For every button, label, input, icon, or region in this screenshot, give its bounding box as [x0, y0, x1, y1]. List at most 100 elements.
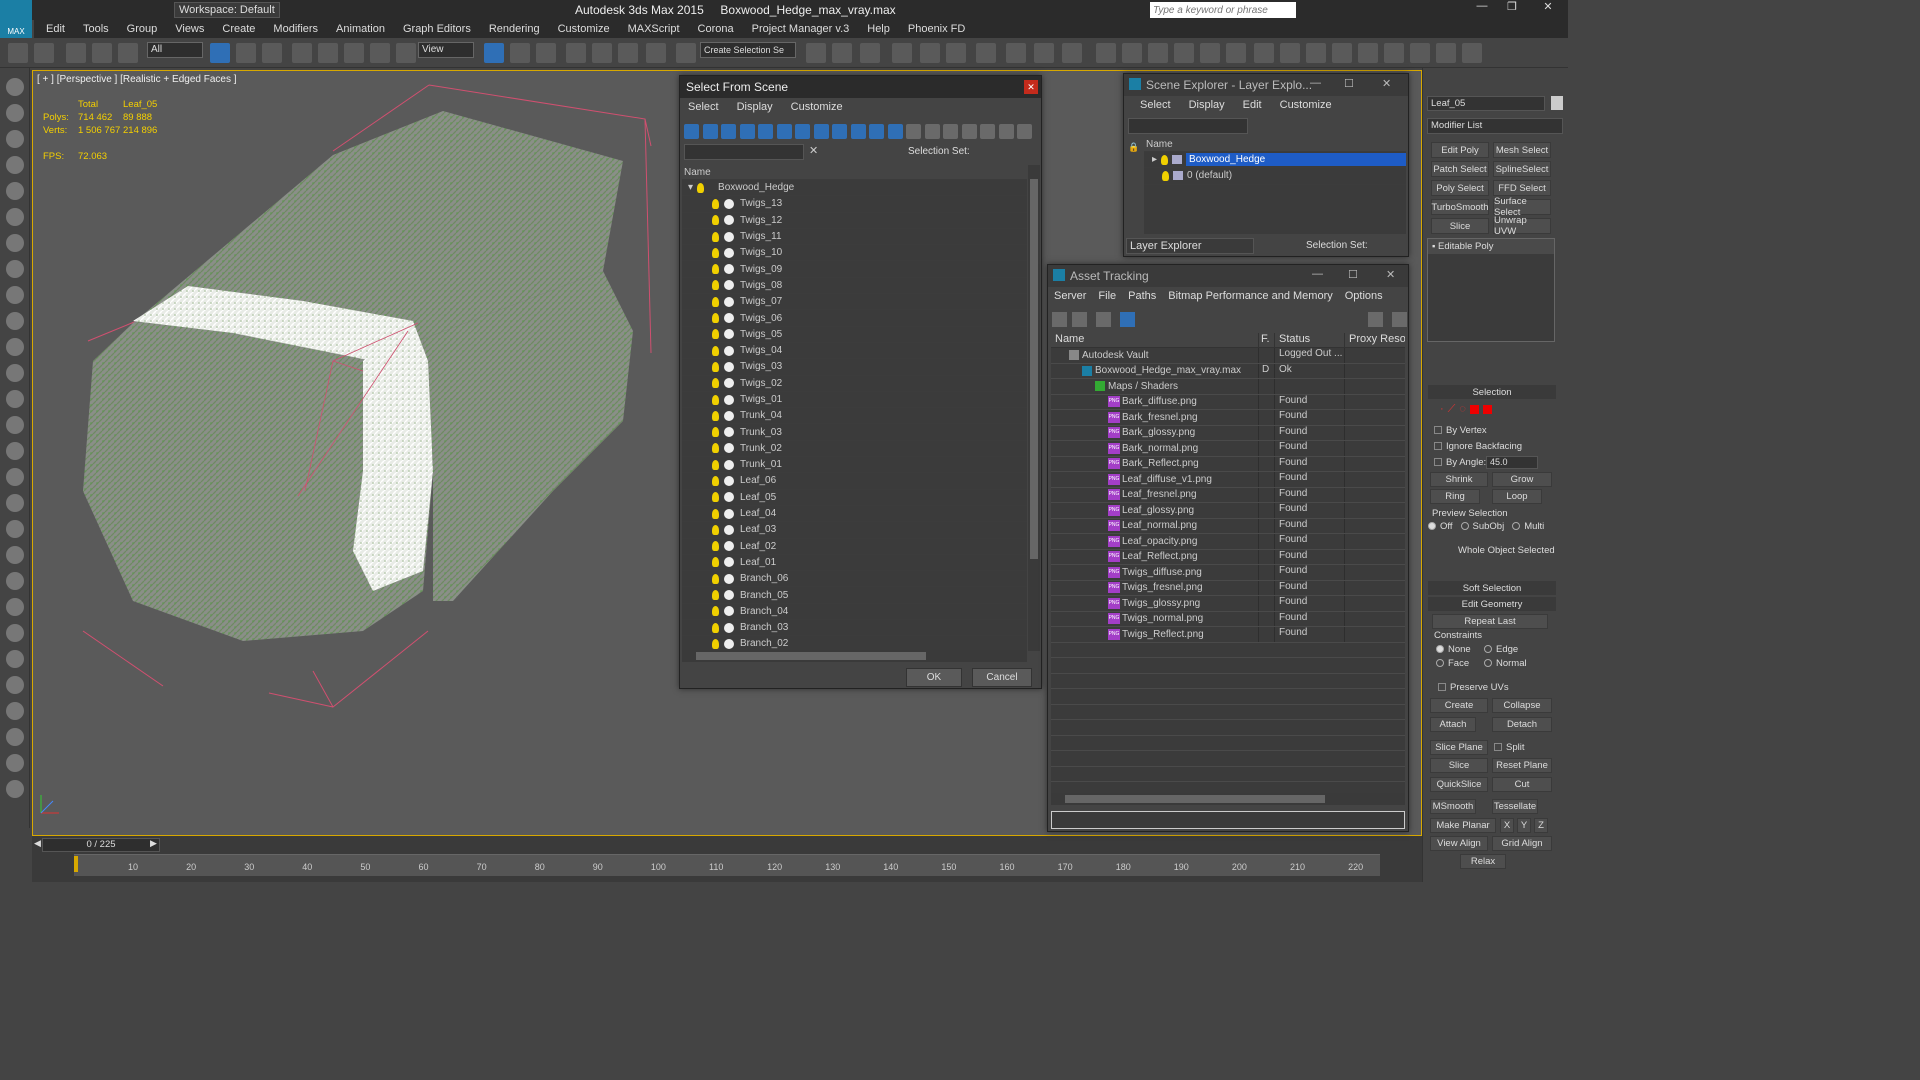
modifier-button[interactable]: Surface Select — [1493, 196, 1551, 218]
asset-row[interactable]: PNG Bark_normal.png Found — [1051, 441, 1405, 457]
list-item[interactable]: Twigs_07 — [682, 294, 1027, 311]
bulb-icon[interactable] — [712, 524, 719, 535]
bulb-icon[interactable] — [712, 264, 719, 275]
preserve-uvs-option[interactable]: Preserve UVs — [1438, 682, 1509, 693]
se-row-boxwood[interactable]: ▸ Boxwood_Hedge — [1144, 152, 1406, 169]
asset-tool-icon[interactable] — [1052, 312, 1067, 327]
asset-row[interactable]: Maps / Shaders — [1051, 379, 1405, 395]
collapse-button[interactable]: Collapse — [1492, 698, 1552, 713]
edit-geometry-rollout-header[interactable]: Edit Geometry — [1428, 597, 1556, 611]
se-header[interactable]: Name — [1144, 138, 1406, 152]
toolbar-tool-icon[interactable] — [1332, 43, 1352, 63]
explorer-menu-item[interactable]: Select — [1140, 99, 1171, 111]
attach-button[interactable]: Attach — [1430, 717, 1476, 732]
toolbar-tool-icon[interactable] — [1280, 43, 1300, 63]
list-item[interactable]: Leaf_01 — [682, 555, 1027, 572]
maximize-button[interactable]: ❐ — [1500, 0, 1524, 20]
bulb-icon[interactable] — [712, 313, 719, 324]
y-button[interactable]: Y — [1517, 818, 1531, 833]
toolbar-tool-icon[interactable] — [484, 43, 504, 63]
bulb-icon[interactable] — [712, 231, 719, 242]
list-item[interactable]: Leaf_02 — [682, 539, 1027, 555]
bulb-icon[interactable] — [712, 361, 719, 372]
grid-align-button[interactable]: Grid Align — [1492, 836, 1552, 851]
menu-item-13[interactable]: Help — [867, 23, 890, 35]
toolbar-tool-icon[interactable] — [1148, 43, 1168, 63]
left-tool-icon[interactable] — [6, 780, 24, 798]
bulb-icon[interactable] — [712, 280, 719, 291]
list-header[interactable]: Name — [682, 165, 1027, 180]
left-tool-icon[interactable] — [6, 78, 24, 96]
left-tool-icon[interactable] — [6, 650, 24, 668]
modifier-list-dropdown[interactable]: Modifier List — [1427, 118, 1563, 134]
modifier-button[interactable]: SplineSelect — [1493, 161, 1551, 177]
asset-row[interactable]: PNG Twigs_Reflect.png Found — [1051, 627, 1405, 643]
asset-tracking-minimize[interactable]: — — [1312, 268, 1323, 280]
asset-menu-item[interactable]: Options — [1345, 290, 1383, 302]
select-dialog-hscroll[interactable] — [682, 650, 1027, 662]
bulb-icon[interactable] — [712, 638, 719, 649]
explorer-menu-item[interactable]: Edit — [1243, 99, 1262, 111]
msmooth-button[interactable]: MSmooth — [1430, 799, 1476, 814]
bulb-icon[interactable] — [712, 410, 719, 421]
list-item[interactable]: Trunk_04 — [682, 408, 1027, 425]
select-menu-item[interactable]: Customize — [791, 101, 843, 113]
left-tool-icon[interactable] — [6, 104, 24, 122]
col-status[interactable]: Status — [1275, 333, 1345, 347]
left-tool-icon[interactable] — [6, 546, 24, 564]
toolbar-tool-icon[interactable] — [262, 43, 282, 63]
select-menu-item[interactable]: Select — [688, 101, 719, 113]
asset-tool-icon[interactable] — [1368, 312, 1383, 327]
list-item[interactable]: Twigs_05 — [682, 327, 1027, 343]
x-button[interactable]: X — [1500, 818, 1514, 833]
filter-icon[interactable] — [758, 124, 773, 139]
bulb-icon[interactable] — [712, 492, 719, 503]
bulb-icon[interactable] — [712, 198, 719, 209]
selection-rollout-header[interactable]: Selection — [1428, 385, 1556, 399]
menu-item-11[interactable]: Corona — [698, 23, 734, 35]
asset-tool-icon[interactable] — [1072, 312, 1087, 327]
se-row-default[interactable]: 0 (default) — [1144, 168, 1406, 185]
toolbar-tool-icon[interactable] — [832, 43, 852, 63]
filter-icon[interactable] — [813, 124, 829, 139]
asset-tracking-close[interactable]: ✕ — [1386, 268, 1395, 281]
modifier-button[interactable]: Unwrap UVW — [1493, 215, 1551, 237]
time-slider[interactable]: 0 / 225 — [42, 838, 160, 852]
list-item[interactable]: Branch_05 — [682, 587, 1027, 604]
menu-item-12[interactable]: Project Manager v.3 — [752, 23, 850, 35]
toolbar-tool-icon[interactable] — [646, 43, 666, 63]
cut-button[interactable]: Cut — [1492, 777, 1552, 792]
menu-item-10[interactable]: MAXScript — [628, 23, 680, 35]
toolbar-tool-icon[interactable] — [1254, 43, 1274, 63]
asset-row[interactable]: PNG Bark_diffuse.png Found — [1051, 394, 1405, 410]
bulb-icon[interactable] — [712, 427, 719, 438]
modifier-button[interactable]: Poly Select — [1431, 180, 1489, 196]
select-dialog-vscroll[interactable] — [1028, 165, 1040, 651]
preview-multi-radio[interactable]: Multi — [1512, 521, 1544, 532]
list-item[interactable]: Branch_03 — [682, 620, 1027, 637]
modifier-button[interactable]: Mesh Select — [1493, 142, 1551, 158]
constraint-normal-radio[interactable]: Normal — [1484, 658, 1527, 669]
toolbar-tool-icon[interactable] — [676, 43, 696, 63]
toolbar-tool-icon[interactable] — [8, 43, 28, 63]
bulb-icon[interactable] — [1162, 170, 1169, 181]
object-color-swatch[interactable] — [1551, 96, 1563, 110]
toolbar-tool-icon[interactable] — [1122, 43, 1142, 63]
preview-subobj-radio[interactable]: SubObj — [1460, 521, 1504, 532]
filter-icon[interactable] — [702, 124, 718, 139]
select-dialog-search-input[interactable] — [684, 144, 804, 160]
asset-row[interactable]: PNG Leaf_opacity.png Found — [1051, 534, 1405, 550]
toolbar-tool-icon[interactable] — [1226, 43, 1246, 63]
ref-coord-dropdown[interactable]: View — [418, 42, 474, 58]
explorer-menu-item[interactable]: Customize — [1280, 99, 1332, 111]
toolbar-tool-icon[interactable] — [318, 43, 338, 63]
asset-row[interactable]: PNG Leaf_glossy.png Found — [1051, 503, 1405, 519]
list-item[interactable]: Branch_06 — [682, 571, 1027, 588]
modifier-button[interactable]: FFD Select — [1493, 180, 1551, 196]
split-option[interactable]: Split — [1494, 742, 1524, 753]
toolbar-tool-icon[interactable] — [892, 43, 912, 63]
left-tool-icon[interactable] — [6, 208, 24, 226]
polygon-icon[interactable] — [1469, 405, 1479, 414]
filter-icon[interactable] — [1017, 124, 1032, 139]
toolbar-tool-icon[interactable] — [946, 43, 966, 63]
